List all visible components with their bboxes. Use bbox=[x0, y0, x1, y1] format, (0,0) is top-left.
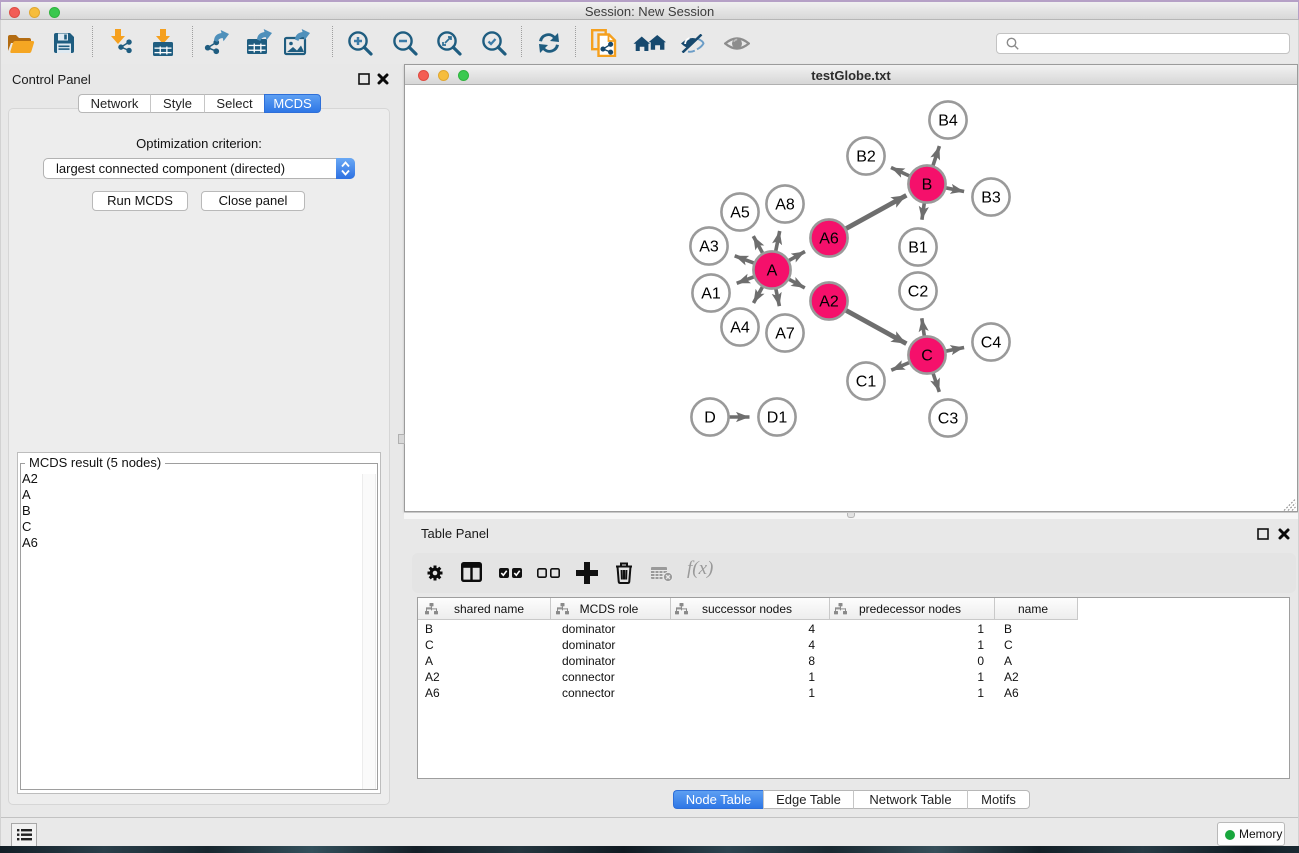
svg-text:A4: A4 bbox=[730, 320, 750, 337]
svg-text:f(x): f(x) bbox=[687, 558, 713, 579]
svg-text:B1: B1 bbox=[908, 240, 928, 257]
svg-text:D: D bbox=[704, 410, 716, 427]
svg-text:A7: A7 bbox=[775, 326, 795, 343]
svg-text:B: B bbox=[922, 177, 933, 194]
svg-text:A5: A5 bbox=[730, 205, 750, 222]
svg-text:B4: B4 bbox=[938, 113, 958, 130]
svg-text:C4: C4 bbox=[981, 335, 1002, 352]
svg-text:C1: C1 bbox=[856, 374, 877, 391]
svg-text:C2: C2 bbox=[908, 284, 929, 301]
svg-text:A6: A6 bbox=[819, 231, 839, 248]
svg-text:D1: D1 bbox=[767, 410, 788, 427]
svg-text:C3: C3 bbox=[938, 411, 959, 428]
svg-text:B3: B3 bbox=[981, 190, 1001, 207]
svg-text:B2: B2 bbox=[856, 149, 876, 166]
svg-text:C: C bbox=[921, 348, 933, 365]
svg-text:A: A bbox=[767, 263, 778, 280]
svg-text:A2: A2 bbox=[819, 294, 839, 311]
svg-text:A1: A1 bbox=[701, 286, 721, 303]
svg-text:A3: A3 bbox=[699, 239, 719, 256]
svg-text:A8: A8 bbox=[775, 197, 795, 214]
